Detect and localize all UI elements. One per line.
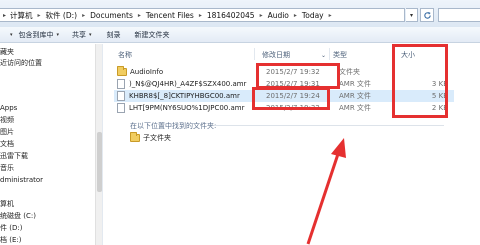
breadcrumb-drive-d[interactable]: 软件 (D:) <box>46 10 78 21</box>
folder-icon <box>130 132 140 142</box>
chevron-down-icon: ▾ <box>10 31 13 38</box>
breadcrumb-tencent-files[interactable]: Tencent Files <box>146 11 194 20</box>
column-header-date[interactable]: 修改日期 <box>262 49 290 61</box>
sidebar-scrollbar[interactable] <box>95 44 102 245</box>
sidebar-item-drive-c[interactable]: 统磁盘 (C:) <box>0 210 36 222</box>
sidebar-item-recent-places[interactable]: 近访问的位置 <box>0 57 42 69</box>
sidebar-item-administrator[interactable]: dministrator <box>0 174 43 186</box>
breadcrumb-documents[interactable]: Documents <box>90 11 133 20</box>
breadcrumb-audio[interactable]: Audio <box>268 11 289 20</box>
breadcrumb-chevron-icon[interactable]: ▸ <box>329 12 332 19</box>
column-divider[interactable] <box>254 48 255 60</box>
column-header-type[interactable]: 类型 <box>333 49 347 61</box>
column-sort-chevron-icon[interactable]: ⌄ <box>321 49 326 61</box>
sidebar-item-pictures[interactable]: 图片 <box>0 126 14 138</box>
sidebar-item-music[interactable]: 音乐 <box>0 162 14 174</box>
amr-file-icon <box>117 79 125 89</box>
file-type: AMR 文件 <box>339 80 371 88</box>
sidebar-item-drive-d[interactable]: 件 (D:) <box>0 222 22 234</box>
file-name: KHBR8$[_8]CKTIPYHBGC00.amr <box>129 92 240 100</box>
file-name: )_N$@QJ4HR)_A4ZF$SZX400.amr <box>129 80 247 88</box>
burn-button[interactable]: 刻录 <box>107 30 121 40</box>
address-bar[interactable]: ▸ 计算机 ▸ 软件 (D:) ▸ Documents ▸ Tencent Fi… <box>0 8 405 22</box>
file-list-pane: 名称 修改日期 ⌄ 类型 大小 AudioInfo 2015/2/7 19:32… <box>104 44 480 245</box>
address-row: ▸ 计算机 ▸ 软件 (D:) ▸ Documents ▸ Tencent Fi… <box>0 0 480 27</box>
section-divider <box>214 125 444 126</box>
breadcrumb-chevron-icon[interactable]: ▸ <box>3 12 6 19</box>
list-item[interactable]: 子文件夹 <box>114 132 234 144</box>
breadcrumb-chevron-icon[interactable]: ▸ <box>138 12 141 19</box>
breadcrumb-chevron-icon[interactable]: ▸ <box>82 12 85 19</box>
column-header-name[interactable]: 名称 <box>118 49 132 61</box>
refresh-icon <box>423 11 431 19</box>
new-folder-button[interactable]: 新建文件夹 <box>135 30 170 40</box>
breadcrumb-chevron-icon[interactable]: ▸ <box>260 12 263 19</box>
chevron-down-icon: ▾ <box>56 31 60 38</box>
folder-icon <box>117 66 127 76</box>
sidebar-item-thunder-downloads[interactable]: 迅雷下载 <box>0 150 28 162</box>
command-bar: ▾ 包含到库中 ▾ 共享 ▾ 刻录 新建文件夹 <box>0 27 480 43</box>
file-name: LHT[9PM(NY6SUO%1DJPC00.amr <box>129 104 245 112</box>
file-type: AMR 文件 <box>339 104 371 112</box>
amr-file-icon <box>117 103 125 113</box>
sidebar-item-drive-e[interactable]: 档 (E:) <box>0 234 21 245</box>
annotation-box-selected-date <box>252 87 330 110</box>
sidebar-item-videos[interactable]: 视频 <box>0 114 14 126</box>
share-button[interactable]: 共享 ▾ <box>72 30 92 40</box>
breadcrumb-computer[interactable]: 计算机 <box>10 10 33 21</box>
sidebar-item-apps[interactable]: Apps <box>0 102 17 114</box>
annotation-box-size <box>392 44 448 118</box>
sidebar-item-documents[interactable]: 文档 <box>0 138 14 150</box>
section-header: 在以下位置中找到的文件夹: <box>130 122 217 130</box>
column-divider[interactable] <box>329 48 330 60</box>
file-name: AudioInfo <box>130 68 164 76</box>
navigation-pane: 藏夹 近访问的位置 Apps 视频 图片 文档 迅雷下载 音乐 dministr… <box>0 44 103 245</box>
amr-file-icon <box>117 91 125 101</box>
breadcrumb-chevron-icon[interactable]: ▸ <box>294 12 297 19</box>
file-type: AMR 文件 <box>339 92 371 100</box>
sidebar-item-computer[interactable]: 算机 <box>0 198 14 210</box>
include-in-library-button[interactable]: 包含到库中 ▾ <box>19 30 60 40</box>
address-history-dropdown[interactable]: ▾ <box>406 8 418 22</box>
breadcrumb-chevron-icon[interactable]: ▸ <box>199 12 202 19</box>
file-type: 文件夹 <box>339 68 360 76</box>
organize-dropdown-button[interactable]: ▾ <box>7 32 13 38</box>
annotation-arrow <box>306 138 346 245</box>
chevron-down-icon: ▾ <box>89 31 92 38</box>
breadcrumb-account[interactable]: 1816402045 <box>207 11 255 20</box>
annotation-box-date <box>256 63 340 89</box>
subfolder-name: 子文件夹 <box>143 134 171 142</box>
refresh-button[interactable] <box>420 8 434 22</box>
search-input[interactable] <box>438 8 480 22</box>
breadcrumb-chevron-icon[interactable]: ▸ <box>38 12 41 19</box>
scrollbar-thumb[interactable] <box>97 132 102 192</box>
breadcrumb-today[interactable]: Today <box>302 11 324 20</box>
